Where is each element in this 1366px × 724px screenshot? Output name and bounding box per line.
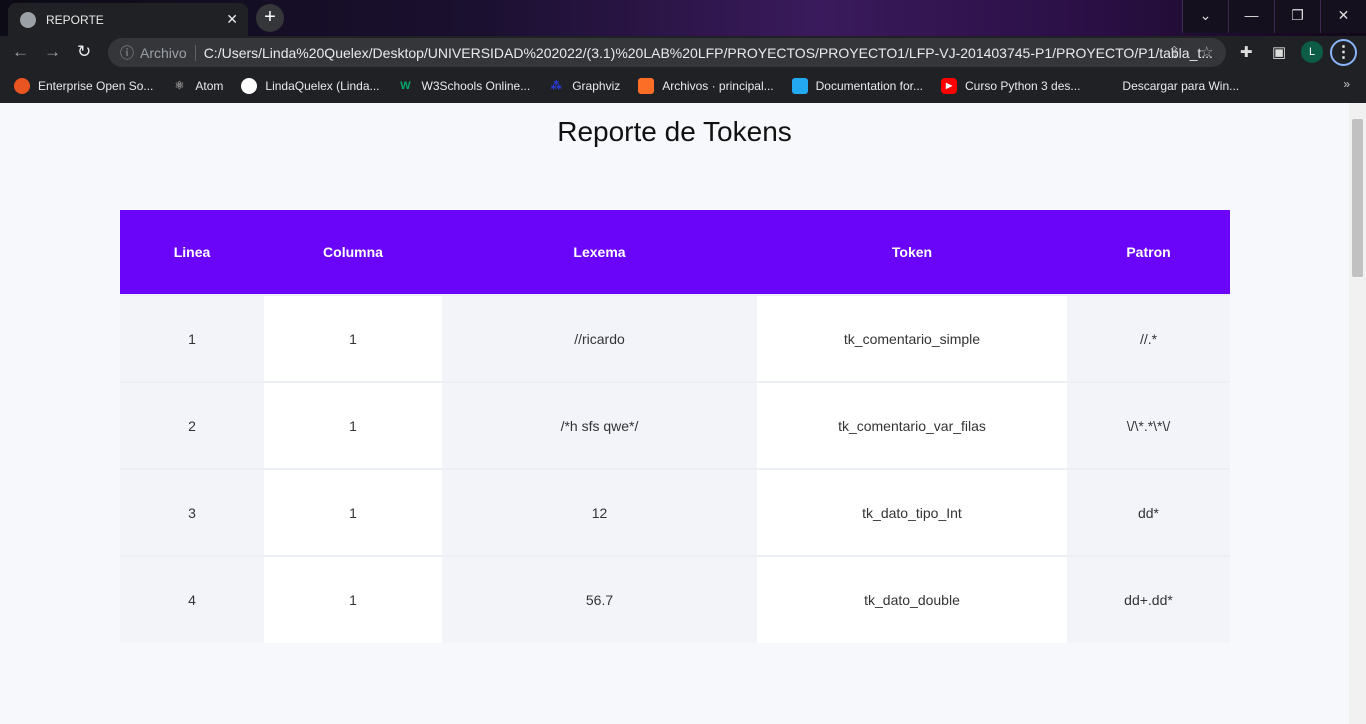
avatar[interactable]: L bbox=[1301, 41, 1323, 63]
globe-icon bbox=[20, 11, 36, 28]
vscode-icon bbox=[791, 78, 808, 94]
cell-columna: 1 bbox=[264, 555, 442, 643]
bookmark-label: Archivos · principal... bbox=[662, 79, 774, 93]
extensions-icon[interactable]: ✚ bbox=[1240, 43, 1253, 61]
browser-chrome: REPORTE ✕ + ⌄ — ❐ ✕ ← → ↻ ⓘ Archivo C:/U… bbox=[0, 0, 1366, 103]
cell-columna: 1 bbox=[264, 381, 442, 469]
cell-lexema: 12 bbox=[442, 468, 757, 556]
cell-token: tk_dato_double bbox=[757, 555, 1067, 643]
w3schools-icon: W bbox=[400, 80, 411, 92]
header-columna: Columna bbox=[264, 210, 442, 295]
tab-reporte[interactable]: REPORTE ✕ bbox=[8, 3, 248, 36]
restore-button[interactable]: ❐ bbox=[1274, 0, 1320, 33]
bookmark-item[interactable]: Documentation for... bbox=[791, 78, 924, 94]
table-row: 3 1 12 tk_dato_tipo_Int dd* bbox=[120, 468, 1230, 556]
bookmark-label: W3Schools Online... bbox=[421, 79, 531, 93]
header-patron: Patron bbox=[1067, 210, 1230, 295]
bookmark-label: LindaQuelex (Linda... bbox=[265, 79, 380, 93]
share-icon[interactable]: ⇪ bbox=[1168, 43, 1181, 61]
address-bar[interactable]: ⓘ Archivo C:/Users/Linda%20Quelex/Deskto… bbox=[108, 38, 1226, 67]
menu-icon[interactable]: ⋮ bbox=[1330, 39, 1357, 66]
address-scheme-label: Archivo bbox=[140, 44, 196, 61]
close-window-button[interactable]: ✕ bbox=[1320, 0, 1366, 33]
graphviz-icon: ⁂ bbox=[550, 80, 562, 92]
bookmark-label: Descargar para Win... bbox=[1122, 79, 1240, 93]
minimize-button[interactable]: — bbox=[1228, 0, 1274, 33]
bookmark-item[interactable]: ▶ Curso Python 3 des... bbox=[941, 78, 1080, 94]
tab-title: REPORTE bbox=[46, 12, 104, 27]
header-lexema: Lexema bbox=[442, 210, 757, 295]
url-text[interactable]: C:/Users/Linda%20Quelex/Desktop/UNIVERSI… bbox=[204, 45, 1213, 61]
bookmark-item[interactable]: Descargar para Win... bbox=[1098, 78, 1239, 94]
github-icon bbox=[241, 78, 258, 94]
bookmark-item[interactable]: ⁂ Graphviz bbox=[548, 78, 621, 94]
cell-columna: 1 bbox=[264, 468, 442, 556]
cell-token: tk_comentario_simple bbox=[757, 294, 1067, 382]
cell-token: tk_comentario_var_filas bbox=[757, 381, 1067, 469]
bookmark-item[interactable]: Archivos · principal... bbox=[638, 78, 774, 94]
header-linea: Linea bbox=[120, 210, 264, 295]
bookmark-item[interactable]: LindaQuelex (Linda... bbox=[241, 78, 380, 94]
scrollbar-thumb[interactable] bbox=[1352, 119, 1363, 277]
cell-linea: 1 bbox=[120, 294, 264, 382]
cell-token: tk_dato_tipo_Int bbox=[757, 468, 1067, 556]
cell-lexema: 56.7 bbox=[442, 555, 757, 643]
cell-patron: dd* bbox=[1067, 468, 1230, 556]
cell-columna: 1 bbox=[264, 294, 442, 382]
gitlab-icon bbox=[638, 78, 655, 94]
info-icon[interactable]: ⓘ bbox=[120, 43, 134, 63]
bookmark-label: Enterprise Open So... bbox=[38, 79, 154, 93]
table-row: 4 1 56.7 tk_dato_double dd+.dd* bbox=[120, 555, 1230, 643]
bookmark-label: Curso Python 3 des... bbox=[965, 79, 1081, 93]
bookmarks-bar: Enterprise Open So... ⚛ Atom LindaQuelex … bbox=[0, 69, 1366, 103]
cell-patron: dd+.dd* bbox=[1067, 555, 1230, 643]
youtube-icon: ▶ bbox=[941, 78, 958, 94]
header-token: Token bbox=[757, 210, 1067, 295]
atom-icon: ⚛ bbox=[174, 80, 185, 92]
cell-lexema: /*h sfs qwe*/ bbox=[442, 381, 757, 469]
bookmark-label: Atom bbox=[195, 79, 224, 93]
scrollbar[interactable] bbox=[1349, 103, 1366, 724]
cell-patron: //.* bbox=[1067, 294, 1230, 382]
close-tab-icon[interactable]: ✕ bbox=[226, 11, 238, 28]
table-row: 1 1//ricardo tk_comentario_simple//.* bbox=[120, 294, 1230, 382]
new-tab-button[interactable]: + bbox=[256, 4, 284, 32]
side-panel-icon[interactable]: ▣ bbox=[1272, 43, 1286, 61]
forward-icon[interactable]: → bbox=[44, 42, 61, 62]
cell-lexema: //ricardo bbox=[442, 294, 757, 382]
tab-search-icon[interactable]: ⌄ bbox=[1182, 0, 1228, 33]
page-title: Reporte de Tokens bbox=[557, 116, 792, 147]
bookmark-label: Documentation for... bbox=[815, 79, 924, 93]
tokens-table: Linea Columna Lexema Token Patron 1 1//ri… bbox=[120, 210, 1230, 643]
blank-icon bbox=[1098, 78, 1114, 94]
back-icon[interactable]: ← bbox=[12, 42, 29, 62]
bookmark-star-icon[interactable]: ☆ bbox=[1200, 43, 1213, 61]
ubuntu-icon bbox=[14, 78, 30, 94]
bookmark-item[interactable]: ⚛ Atom bbox=[171, 78, 223, 94]
table-header-row: Linea Columna Lexema Token Patron bbox=[120, 210, 1230, 295]
bookmark-label: Graphviz bbox=[572, 79, 621, 93]
bookmark-item[interactable]: Enterprise Open So... bbox=[14, 78, 153, 94]
cell-linea: 2 bbox=[120, 381, 264, 469]
cell-patron: \/\*.*\*\/ bbox=[1067, 381, 1230, 469]
table-row: 2 1/*h sfs qwe*/tk_comentario_var_filas \/… bbox=[120, 381, 1230, 469]
bookmark-item[interactable]: W W3Schools Online... bbox=[398, 78, 531, 94]
cell-linea: 4 bbox=[120, 555, 264, 643]
more-bookmarks-icon[interactable]: » bbox=[1343, 77, 1350, 91]
reload-icon[interactable]: ↻ bbox=[77, 42, 91, 62]
cell-linea: 3 bbox=[120, 468, 264, 556]
